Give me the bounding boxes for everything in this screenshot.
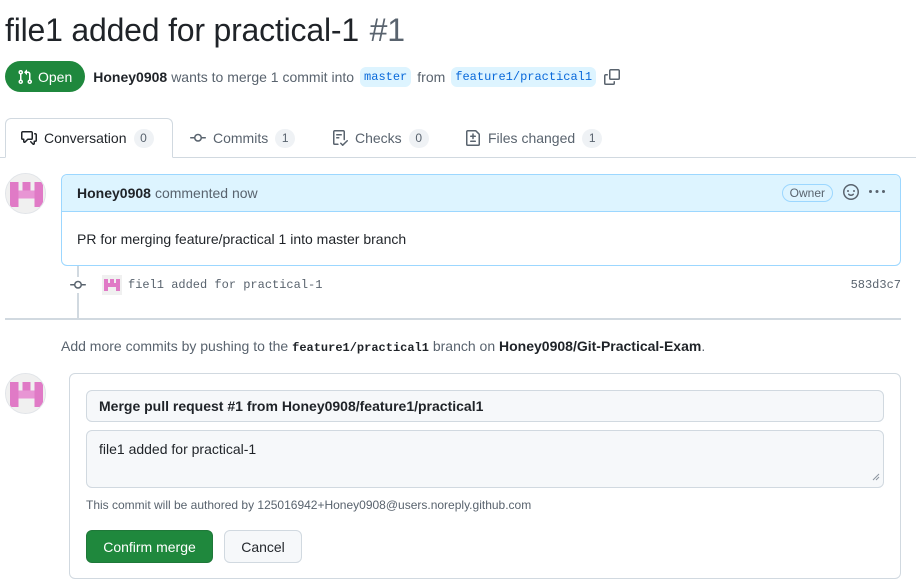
comment-body: PR for merging feature/practical 1 into … [77,231,407,247]
commit-author-note: This commit will be authored by 12501694… [86,498,532,512]
checklist-icon [333,130,348,146]
git-commit-icon [66,277,90,293]
comment-header: Honey0908 commented now Owner [62,175,900,212]
tab-checks-count: 0 [408,128,429,148]
commit-message-link[interactable]: fiel1 added for practical-1 [128,278,322,292]
push-hint-prefix: Add more commits by pushing to the [61,338,289,354]
push-hint-middle: branch on [432,338,496,354]
pr-merge-description: Honey0908 wants to merge 1 commit into m… [93,66,621,87]
kebab-menu-icon[interactable] [869,184,885,203]
merge-form: Merge pull request #1 from Honey0908/fea… [69,373,901,579]
tab-files-changed-label: Files changed [488,130,576,146]
merge-commit-message-textarea[interactable]: file1 added for practical-1 [86,430,884,488]
pr-author-link[interactable]: Honey0908 [93,69,167,85]
owner-badge: Owner [781,184,833,202]
git-pull-request-icon [18,69,33,84]
pr-meta: Open Honey0908 wants to merge 1 commit i… [5,61,621,92]
tab-conversation-label: Conversation [44,130,127,146]
tab-conversation[interactable]: Conversation 0 [5,118,173,158]
merge-author-avatar[interactable] [5,373,46,414]
resize-handle-icon[interactable] [872,468,880,484]
comment-discussion-icon [21,131,37,145]
tab-commits-label: Commits [213,130,269,146]
pr-description-comment: Honey0908 commented now Owner PR for mer… [61,174,901,266]
push-hint: Add more commits by pushing to the featu… [61,338,705,355]
smiley-icon[interactable] [843,183,859,203]
pr-title: file1 added for practical-1 #1 [5,12,405,49]
head-branch-link[interactable]: feature1/practical1 [451,66,597,87]
commit-author-avatar[interactable] [102,275,122,295]
pr-state-badge: Open [5,61,86,92]
base-branch-link[interactable]: master [360,66,412,87]
timeline-commit: fiel1 added for practical-1 583d3c7 [66,274,901,296]
merge-text-before: wants to merge 1 commit into [171,68,355,85]
timeline-divider [5,318,901,320]
merge-text-from: from [417,68,446,85]
tab-files-changed-count: 1 [582,128,603,148]
push-hint-branch: feature1/practical1 [292,341,429,355]
copy-icon[interactable] [604,68,621,85]
tab-commits-count: 1 [275,128,296,148]
pr-number: #1 [369,12,405,48]
cancel-button[interactable]: Cancel [224,530,302,563]
comment-timestamp[interactable]: commented now [155,185,258,201]
pr-title-text: file1 added for practical-1 [5,12,359,48]
tab-conversation-count: 0 [133,128,154,148]
pr-tabs: Conversation 0 Commits 1 Checks 0 Files … [0,118,916,158]
comment-author-avatar[interactable] [5,173,46,214]
tab-commits[interactable]: Commits 1 [190,118,296,158]
tab-files-changed[interactable]: Files changed 1 [465,118,603,158]
git-commit-icon [190,133,206,142]
pr-state-label: Open [38,68,73,85]
file-diff-icon [466,130,480,146]
merge-commit-title-input[interactable]: Merge pull request #1 from Honey0908/fea… [86,390,884,422]
comment-header-actions: Owner [781,183,885,203]
confirm-merge-button[interactable]: Confirm merge [86,530,213,563]
merge-commit-message-text: file1 added for practical-1 [99,441,257,457]
tab-checks[interactable]: Checks 0 [332,118,429,158]
commit-sha-link[interactable]: 583d3c7 [851,278,901,292]
push-hint-repo-link[interactable]: Honey0908/Git-Practical-Exam [499,338,701,354]
comment-author-link[interactable]: Honey0908 [77,185,151,201]
tab-checks-label: Checks [355,130,402,146]
push-hint-suffix: . [701,338,706,354]
